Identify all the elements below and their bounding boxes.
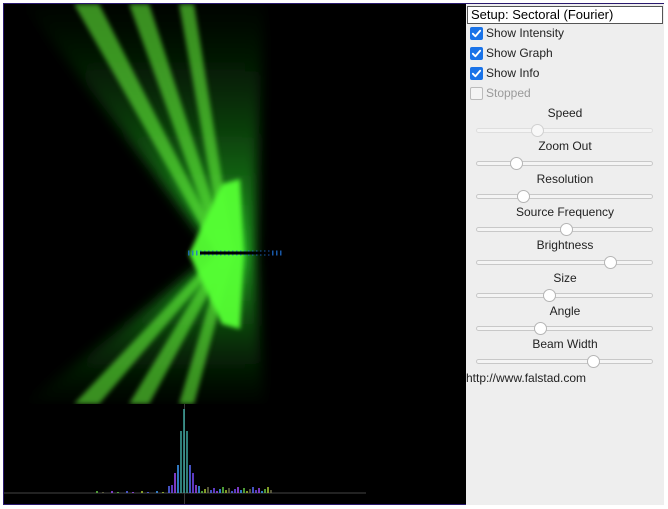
graph-bar (168, 486, 170, 493)
size-slider[interactable] (476, 289, 653, 302)
speed-slider-thumb[interactable] (530, 124, 544, 137)
show-info-label: Show Info (486, 66, 540, 80)
graph-bar (102, 492, 104, 493)
speed-slider[interactable] (476, 124, 653, 137)
graph-bar (216, 491, 218, 493)
graph-bar (237, 487, 239, 493)
setup-select-value: Setup: Sectoral (Fourier) (471, 7, 614, 22)
graph-bar (156, 491, 158, 493)
angle-slider[interactable] (476, 322, 653, 335)
graph-bar (183, 409, 185, 493)
show-graph-checkbox[interactable] (470, 46, 483, 60)
graph-bar (192, 473, 194, 493)
graph-bar (96, 491, 98, 493)
graph-bar (195, 485, 197, 493)
beam-width-slider-thumb[interactable] (586, 355, 600, 368)
graph-bar (225, 490, 227, 493)
graph-bar (270, 490, 272, 493)
show-graph-checkbox-row[interactable]: Show Graph (470, 44, 553, 62)
graph-bar (246, 491, 248, 493)
graph-bar (204, 489, 206, 493)
graph-bar (210, 490, 212, 493)
show-intensity-label: Show Intensity (486, 26, 565, 40)
graph-bar (219, 489, 221, 493)
graph-bar (249, 489, 251, 493)
source-frequency-slider[interactable] (476, 223, 653, 236)
graph-bar (117, 492, 119, 493)
size-label: Size (553, 271, 577, 285)
zoom-out-slider[interactable] (476, 157, 653, 170)
show-info-checkbox[interactable] (470, 66, 483, 80)
graph-bar (252, 487, 254, 493)
beam-width-label: Beam Width (532, 337, 598, 351)
source-frequency-label: Source Frequency (515, 205, 615, 219)
zoom-out-label: Zoom Out (538, 139, 592, 153)
graph-bar (132, 492, 134, 493)
graph-bar (207, 487, 209, 493)
graph-bar (174, 473, 176, 493)
stopped-label: Stopped (486, 86, 531, 100)
zoom-out-slider-thumb[interactable] (509, 157, 523, 170)
check-icon (471, 69, 482, 77)
resolution-label: Resolution (536, 172, 594, 186)
resolution-slider-thumb[interactable] (516, 190, 530, 203)
graph-bar (228, 488, 230, 493)
graph-bar (111, 491, 113, 493)
graph-bar (162, 492, 164, 493)
graph-bar (231, 491, 233, 493)
graph-bar (171, 485, 173, 493)
graph-bar (240, 490, 242, 493)
show-info-checkbox-row[interactable]: Show Info (470, 64, 539, 82)
graph-bar (258, 488, 260, 493)
show-intensity-checkbox-row[interactable]: Show Intensity (470, 24, 564, 42)
graph-bar (264, 489, 266, 493)
control-panel: Setup: Sectoral (Fourier) Show Intensity… (466, 4, 664, 505)
stopped-checkbox[interactable] (470, 86, 483, 100)
graph-bar (177, 465, 179, 493)
intensity-field (24, 4, 282, 404)
graph-bar (147, 492, 149, 493)
graph-bar (189, 465, 191, 493)
graph-bar (126, 491, 128, 493)
beam-width-slider[interactable] (476, 355, 653, 368)
size-slider-thumb[interactable] (542, 289, 556, 302)
graph-bars (4, 404, 366, 504)
graph-bar (255, 490, 257, 493)
graph-bar (261, 491, 263, 493)
graph-bar (201, 491, 203, 493)
brightness-label: Brightness (536, 238, 594, 252)
stopped-checkbox-row[interactable]: Stopped (470, 84, 531, 102)
brightness-slider[interactable] (476, 256, 653, 269)
brightness-slider-thumb[interactable] (604, 256, 617, 269)
graph-bar (267, 487, 269, 493)
source-frequency-slider-thumb[interactable] (560, 223, 574, 236)
frequency-graph (4, 404, 465, 504)
graph-bar (186, 431, 188, 493)
setup-select[interactable]: Setup: Sectoral (Fourier) (467, 6, 663, 24)
angle-slider-thumb[interactable] (534, 322, 547, 335)
show-intensity-checkbox[interactable] (470, 26, 483, 40)
check-icon (471, 49, 482, 57)
falstad-link[interactable]: http://www.falstad.com (466, 371, 586, 385)
check-icon (471, 29, 482, 37)
graph-bar (141, 491, 143, 493)
graph-bar (234, 489, 236, 493)
angle-label: Angle (549, 304, 581, 318)
resolution-slider[interactable] (476, 190, 653, 203)
speed-label: Speed (547, 106, 583, 120)
graph-bar (243, 488, 245, 493)
graph-bar (180, 431, 182, 493)
graph-bar (198, 486, 200, 493)
wave-simulation-canvas[interactable] (4, 4, 465, 404)
show-graph-label: Show Graph (486, 46, 553, 60)
graph-bar (213, 488, 215, 493)
graph-bar (222, 487, 224, 493)
